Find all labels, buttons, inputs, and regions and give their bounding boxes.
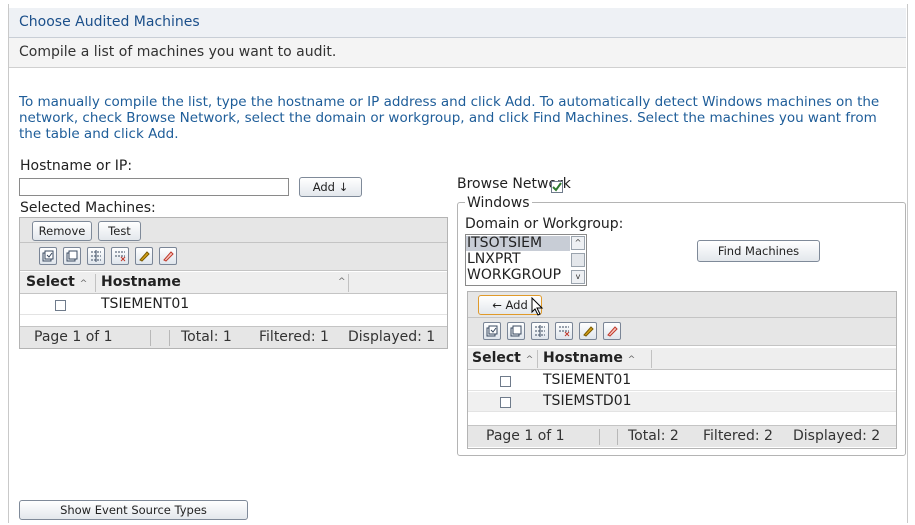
column-select[interactable]: Select ^ xyxy=(26,274,87,290)
column-hostname[interactable]: Hostname xyxy=(101,274,181,290)
domain-option[interactable]: WORKGROUP xyxy=(466,268,570,283)
hostname-input[interactable] xyxy=(19,178,289,196)
show-filter-icon[interactable] xyxy=(87,247,105,265)
row-hostname: TSIEMENT01 xyxy=(543,372,632,388)
instructions-text: To manually compile the list, type the h… xyxy=(19,94,880,142)
scroll-up-icon[interactable]: ^ xyxy=(571,236,585,250)
selected-machines-label: Selected Machines: xyxy=(20,200,156,216)
column-hostname[interactable]: Hostname ^ xyxy=(543,350,635,366)
row-checkbox[interactable] xyxy=(500,397,511,408)
mouse-pointer-icon xyxy=(531,297,544,316)
show-filter-icon[interactable] xyxy=(531,322,549,340)
found-table-header: Select ^ Hostname ^ xyxy=(468,348,896,370)
windows-legend: Windows xyxy=(465,195,532,211)
clear-sort-icon[interactable] xyxy=(603,322,621,340)
row-hostname: TSIEMENT01 xyxy=(101,296,190,312)
row-checkbox[interactable] xyxy=(500,376,511,387)
clear-sort-icon[interactable] xyxy=(159,247,177,265)
page-indicator: Page 1 of 1 xyxy=(34,329,113,345)
total-count: Total: 2 xyxy=(628,428,679,444)
edit-sort-icon[interactable] xyxy=(579,322,597,340)
subtitle-bar: Compile a list of machines you want to a… xyxy=(9,38,906,68)
domain-option[interactable]: ITSOTSIEM xyxy=(466,236,570,251)
total-count: Total: 1 xyxy=(181,329,232,345)
table-row[interactable]: TSIEMSTD01 xyxy=(468,392,896,412)
domain-listbox[interactable]: ITSOTSIEM LNXPRT WORKGROUP ^ v xyxy=(465,234,587,286)
page-indicator: Page 1 of 1 xyxy=(486,428,565,444)
domain-option[interactable]: LNXPRT xyxy=(466,252,570,267)
found-table-icon-bar xyxy=(468,318,896,346)
scroll-down-icon[interactable]: v xyxy=(571,270,585,284)
find-machines-button[interactable]: Find Machines xyxy=(697,240,820,262)
column-select[interactable]: Select ^ xyxy=(472,350,533,366)
checkmark-icon xyxy=(552,182,562,192)
selected-table-action-bar: Remove Test xyxy=(20,218,447,243)
selected-table-header: Select ^ Hostname ^ xyxy=(20,272,447,294)
browse-network-checkbox[interactable] xyxy=(551,181,563,193)
filtered-count: Filtered: 2 xyxy=(703,428,773,444)
hostname-label: Hostname or IP: xyxy=(20,158,133,174)
domain-label: Domain or Workgroup: xyxy=(465,216,624,232)
displayed-count: Displayed: 1 xyxy=(348,329,436,345)
selected-machines-table: Remove Test Select ^ Hostname ^ TSIEMENT… xyxy=(19,217,448,349)
displayed-count: Displayed: 2 xyxy=(793,428,881,444)
deselect-all-icon[interactable] xyxy=(507,322,525,340)
edit-sort-icon[interactable] xyxy=(135,247,153,265)
selected-table-footer: Page 1 of 1 Total: 1 Filtered: 1 Display… xyxy=(20,326,447,348)
show-event-source-types-button[interactable]: Show Event Source Types xyxy=(19,500,248,520)
remove-button[interactable]: Remove xyxy=(32,221,92,241)
deselect-all-icon[interactable] xyxy=(63,247,81,265)
page-subtitle: Compile a list of machines you want to a… xyxy=(19,44,337,60)
filtered-count: Filtered: 1 xyxy=(259,329,329,345)
title-bar: Choose Audited Machines xyxy=(9,8,906,38)
select-all-icon[interactable] xyxy=(483,322,501,340)
row-hostname: TSIEMSTD01 xyxy=(543,393,632,409)
table-row[interactable]: TSIEMENT01 xyxy=(468,371,896,391)
page-title: Choose Audited Machines xyxy=(19,14,200,30)
clear-filter-icon[interactable] xyxy=(555,322,573,340)
selected-table-icon-bar xyxy=(20,243,447,271)
sort-indicator-icon: ^ xyxy=(338,277,346,287)
found-table-footer: Page 1 of 1 Total: 2 Filtered: 2 Display… xyxy=(468,425,896,447)
select-all-icon[interactable] xyxy=(39,247,57,265)
add-manual-button[interactable]: Add ↓ xyxy=(299,177,362,197)
clear-filter-icon[interactable] xyxy=(111,247,129,265)
test-button[interactable]: Test xyxy=(98,221,141,241)
table-row[interactable]: TSIEMENT01 xyxy=(20,295,447,315)
row-checkbox[interactable] xyxy=(55,300,66,311)
scroll-thumb[interactable] xyxy=(571,253,585,267)
